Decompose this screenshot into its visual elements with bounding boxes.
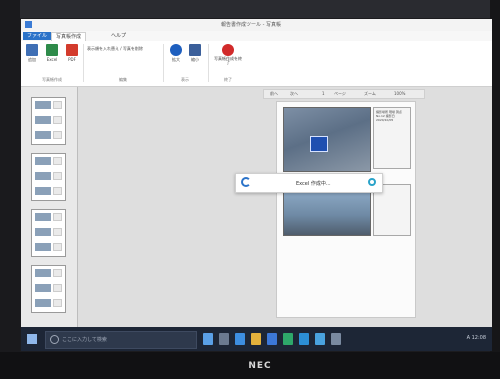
- ribbon-separator: [163, 44, 164, 82]
- tab-photo-book[interactable]: 写真帳作成: [51, 32, 87, 41]
- excel-icon: [46, 44, 58, 56]
- photo-tool-taskbar-icon[interactable]: [331, 333, 341, 345]
- app-taskbar-icon[interactable]: [299, 333, 309, 345]
- zoom-icon: [170, 44, 182, 56]
- progress-ring-icon: [368, 178, 376, 186]
- taskbar-search[interactable]: ここに入力して検索: [45, 331, 197, 349]
- screen: 報告書作成ツール - 写真帳 ファイル 写真帳作成 ヘルプ 追加 Excel P…: [21, 19, 492, 351]
- ribbon: 追加 Excel PDF 写真帳作成 表示順を入れ替え / 写真を削除 編集 拡…: [21, 41, 492, 87]
- search-icon: [50, 335, 59, 344]
- laptop-bezel-top: [0, 0, 500, 18]
- pdf-icon: [66, 44, 78, 56]
- group-label-edit: 編集: [119, 77, 127, 82]
- group-label-view: 表示: [181, 77, 189, 82]
- page-thumbnail[interactable]: [31, 265, 66, 313]
- store-icon[interactable]: [267, 333, 277, 345]
- loading-text: Excel 作成中...: [296, 181, 331, 187]
- close-circle-icon: [222, 44, 234, 56]
- chrome-icon[interactable]: [315, 333, 325, 345]
- photo-note: 撮影場所 現場 測点No.12 撮影日 2020/10/05: [376, 110, 402, 122]
- system-tray[interactable]: A 12:08: [467, 335, 486, 341]
- add-button[interactable]: 追加: [23, 44, 41, 63]
- photo-road[interactable]: [283, 107, 371, 172]
- page-thumbnail[interactable]: [31, 209, 66, 257]
- ribbon-tabs: ファイル 写真帳作成 ヘルプ: [21, 31, 492, 41]
- group-label-create: 写真帳作成: [42, 77, 62, 82]
- windows-start-icon[interactable]: [27, 334, 37, 344]
- page-label: ページ: [334, 91, 346, 96]
- preview-area: 前へ 次へ 1 ページ ズーム 100% 撮影場所 現場 測点No.12 撮影日…: [78, 87, 492, 327]
- cortana-icon[interactable]: [203, 333, 213, 345]
- close-photo-book-button[interactable]: 写真帳作成を終了: [214, 44, 242, 65]
- reorder-delete-button[interactable]: 表示順を入れ替え / 写真を削除: [87, 46, 143, 52]
- excel-taskbar-icon[interactable]: [283, 333, 293, 345]
- window-title: 報告書作成ツール - 写真帳: [221, 22, 281, 28]
- loading-dialog: Excel 作成中...: [235, 173, 383, 193]
- task-view-icon[interactable]: [219, 333, 229, 345]
- tab-help[interactable]: ヘルプ: [107, 32, 130, 40]
- edge-icon[interactable]: [235, 333, 245, 345]
- zoom-in-button[interactable]: 拡大: [167, 44, 185, 63]
- add-photo-icon: [26, 44, 38, 56]
- app-icon: [25, 21, 32, 28]
- tab-file[interactable]: ファイル: [23, 32, 52, 40]
- page-toolbar: 前へ 次へ 1 ページ ズーム 100%: [263, 89, 425, 99]
- search-placeholder: ここに入力して検索: [62, 337, 107, 343]
- laptop-brand-logo: NEC: [248, 361, 272, 371]
- zoom-out-button[interactable]: 縮小: [186, 44, 204, 63]
- prev-page-button[interactable]: 前へ: [270, 91, 278, 97]
- page-thumbnail[interactable]: [31, 153, 66, 201]
- laptop-bezel-left: [0, 0, 20, 379]
- spinner-icon: [241, 177, 251, 187]
- ribbon-separator: [83, 44, 84, 82]
- thumbnail-panel[interactable]: [21, 87, 78, 327]
- grid-icon: [189, 44, 201, 56]
- group-label-exit: 終了: [224, 77, 232, 82]
- ribbon-separator: [208, 44, 209, 82]
- excel-button[interactable]: Excel: [43, 44, 61, 62]
- photo-book-page: 撮影場所 現場 測点No.12 撮影日 2020/10/05: [276, 101, 416, 318]
- page-thumbnail[interactable]: [31, 97, 66, 145]
- explorer-icon[interactable]: [251, 333, 261, 345]
- page-number-field[interactable]: 1: [322, 91, 325, 96]
- work-area: 前へ 次へ 1 ページ ズーム 100% 撮影場所 現場 測点No.12 撮影日…: [21, 87, 492, 327]
- road-sign: [310, 136, 328, 152]
- photo-info-box: 撮影場所 現場 測点No.12 撮影日 2020/10/05: [373, 107, 411, 169]
- taskbar: ここに入力して検索 A 12:08: [21, 327, 492, 351]
- zoom-value[interactable]: 100%: [394, 91, 405, 96]
- pdf-button[interactable]: PDF: [63, 44, 81, 62]
- next-page-button[interactable]: 次へ: [290, 91, 298, 97]
- zoom-label: ズーム: [364, 91, 376, 96]
